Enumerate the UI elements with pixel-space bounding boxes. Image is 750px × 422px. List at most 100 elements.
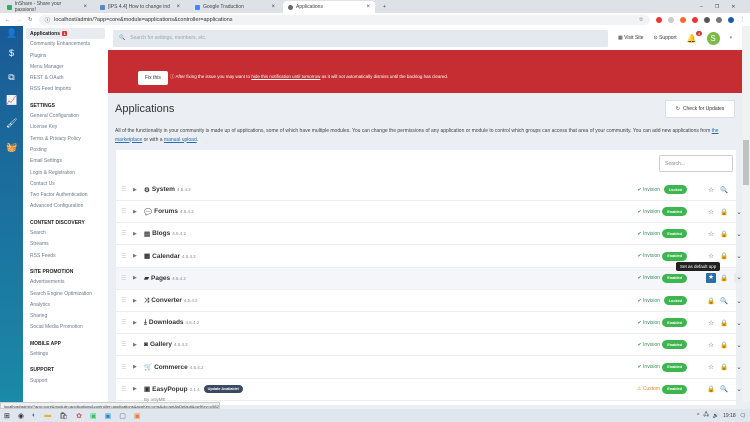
set-default-star-icon[interactable]: ☆ [706, 363, 716, 371]
expand-arrow-icon[interactable]: ▶ [133, 298, 137, 304]
search-icon[interactable]: 🔍 [719, 186, 729, 194]
forward-icon[interactable]: → [17, 17, 23, 23]
drag-handle-icon[interactable]: ☰ [121, 253, 126, 260]
expand-arrow-icon[interactable]: ▶ [133, 320, 137, 326]
customization-icon[interactable]: 🖌 [6, 118, 17, 129]
puzzle-icon[interactable] [703, 16, 710, 23]
search-icon[interactable]: 🔍 [719, 297, 729, 305]
drag-handle-icon[interactable]: ☰ [121, 230, 126, 237]
tab-active[interactable]: Applications × [283, 1, 375, 13]
set-default-star-icon[interactable]: ★ [706, 273, 716, 284]
status-badge[interactable]: Enabled [662, 318, 687, 328]
close-icon[interactable]: ✕ [731, 4, 735, 10]
clock[interactable]: 19:18 [723, 413, 736, 419]
visit-site-link[interactable]: ▦ Visit Site [618, 35, 644, 41]
support-link[interactable]: ⊙ Support [654, 35, 677, 41]
set-default-star-icon[interactable]: ☆ [706, 208, 716, 216]
app-row[interactable]: ☰ ▶ ⤓ Downloads 4.5.4.2 ✔ Invision Enabled… [116, 312, 742, 335]
extension-icon[interactable] [667, 16, 674, 23]
search-icon[interactable]: 🔍 [719, 385, 729, 393]
app-icon[interactable]: ▣ [90, 412, 97, 420]
bell-icon[interactable]: 🔔 4 [687, 30, 702, 43]
status-badge[interactable]: Enabled [662, 384, 687, 394]
status-badge[interactable]: Enabled [662, 251, 687, 261]
manual-upload-link[interactable]: manual upload [164, 137, 197, 143]
new-tab-button[interactable]: + [378, 1, 391, 13]
profile-icon[interactable] [727, 16, 734, 23]
sidebar-item[interactable]: Sharing [26, 311, 105, 322]
sidebar-item[interactable]: REST & OAuth [26, 73, 105, 84]
restore-icon[interactable]: ❐ [715, 4, 719, 10]
minimize-icon[interactable]: – [700, 4, 703, 10]
set-default-star-icon[interactable]: ☆ [706, 319, 716, 327]
lock-icon[interactable]: 🔒 [719, 274, 729, 282]
lock-icon[interactable]: 🔒 [719, 252, 729, 260]
hide-notification-link[interactable]: hide this notification until tomorrow [251, 74, 320, 79]
app-row[interactable]: ☰ ▶ ▤ Blogs 4.5.4.2 ✔ Invision Enabled ☆ 🔒 ⌄ [116, 223, 742, 246]
members-icon[interactable]: 👤 [6, 28, 17, 39]
window-controls[interactable]: – ❐ ✕ [695, 1, 740, 13]
close-icon[interactable]: × [176, 4, 180, 10]
sidebar-item[interactable]: Terms & Privacy Policy [26, 134, 105, 145]
sidebar-item[interactable]: Advanced Configuration [26, 201, 105, 212]
sidebar-item[interactable]: Posting [26, 145, 105, 156]
drag-handle-icon[interactable]: ☰ [121, 364, 126, 371]
lock-icon[interactable]: 🔒 [719, 341, 729, 349]
sidebar-item[interactable]: RSS Feed Imports [26, 84, 105, 95]
sidebar-item[interactable]: RSS Feeds [26, 251, 105, 262]
chevron-down-icon[interactable]: ▾ [730, 35, 733, 41]
edge-icon[interactable]: ◐ [32, 412, 36, 419]
lock-icon[interactable]: 🔒 [719, 230, 729, 238]
sidebar-item[interactable]: Login & Registration [26, 168, 105, 179]
drag-handle-icon[interactable]: ☰ [121, 386, 126, 393]
sidebar-item[interactable]: Search [26, 228, 105, 239]
status-badge[interactable]: Locked [663, 185, 687, 194]
network-icon[interactable]: 🖧 [703, 412, 709, 420]
bookmark-star-icon[interactable]: ☆ [639, 17, 644, 23]
status-badge[interactable]: Enabled [662, 207, 687, 217]
expand-arrow-icon[interactable]: ▶ [133, 364, 137, 370]
acp-search-input[interactable]: 🔍 Search for settings, members, etc. [113, 29, 608, 47]
lock-icon[interactable]: 🔒 [719, 319, 729, 327]
app-row[interactable]: ☰ ▶ ▦ Calendar 4.5.4.2 ✔ Invision Enabled ☆… [116, 246, 742, 268]
sidebar-item[interactable]: Applications 1 [26, 28, 105, 40]
expand-arrow-icon[interactable]: ▶ [133, 187, 137, 193]
sidebar-item[interactable]: Plugins [26, 51, 105, 62]
app-row[interactable]: ☰ ▶ ▣ EasyPopup 2.1.4 Update Available! By … [116, 379, 742, 402]
close-icon[interactable]: × [271, 4, 275, 10]
status-badge[interactable]: Enabled [662, 362, 687, 372]
expand-arrow-icon[interactable]: ▶ [133, 342, 137, 348]
sidebar-item[interactable]: Email Settings [26, 156, 105, 167]
status-badge[interactable]: Enabled [662, 340, 687, 350]
sidebar-item[interactable]: Community Enhancements [26, 39, 105, 50]
expand-arrow-icon[interactable]: ▶ [133, 386, 137, 392]
lock-icon[interactable]: 🔒 [719, 363, 729, 371]
sidebar-item[interactable]: Advertisements [26, 277, 105, 288]
sidebar-item[interactable]: General Configuration [26, 111, 105, 122]
set-default-star-icon[interactable]: ☆ [706, 341, 716, 349]
status-badge[interactable]: Enabled [662, 273, 687, 283]
app-icon[interactable]: ▣ [134, 412, 141, 420]
app-row[interactable]: ☰ ▶ 🛒 Commerce 4.5.4.2 ✔ Invision Enabled ☆… [116, 357, 742, 379]
scrollbar-thumb[interactable] [743, 140, 749, 185]
avatar[interactable]: S [706, 31, 720, 45]
extension-icon[interactable] [679, 16, 686, 23]
app-icon[interactable]: ▣ [105, 412, 112, 420]
volume-icon[interactable]: 🔊 [713, 413, 719, 419]
notifications-icon[interactable]: 🗨 [740, 413, 746, 419]
sidebar-item[interactable]: Social Media Promotion [26, 322, 105, 333]
sidebar-item[interactable]: Menu Manager [26, 62, 105, 73]
menu-icon[interactable]: ⋮ [740, 17, 746, 23]
dollar-icon[interactable]: $ [6, 48, 17, 58]
stats-icon[interactable]: 📈 [6, 95, 17, 106]
marketplace-icon[interactable]: 🧺 [6, 142, 17, 153]
sidebar-item[interactable]: Contact Us [26, 179, 105, 190]
sidebar-item[interactable]: Support [26, 376, 105, 387]
media-icon[interactable] [715, 16, 722, 23]
extension-icon[interactable] [655, 16, 662, 23]
tab[interactable]: InShare - Share your passions! × [2, 1, 92, 13]
app-icon[interactable]: ▢ [119, 412, 126, 420]
expand-arrow-icon[interactable]: ▶ [133, 275, 137, 281]
set-default-star-icon[interactable]: ☆ [706, 230, 716, 238]
sidebar-item[interactable]: License Key [26, 122, 105, 133]
